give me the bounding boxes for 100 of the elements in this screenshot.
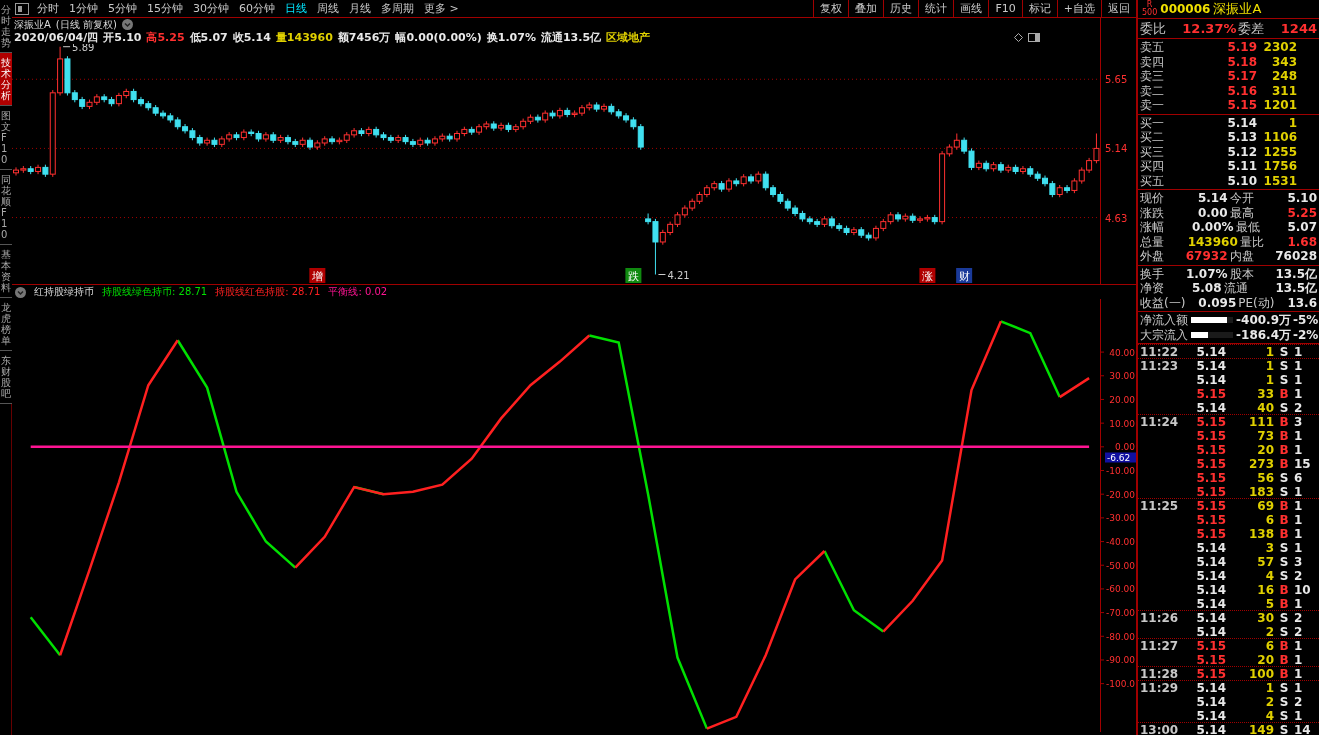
event-tag[interactable]: 涨 xyxy=(919,268,936,283)
trade-count: 1 xyxy=(1294,485,1304,498)
side-tab[interactable]: 技术分析 xyxy=(0,53,12,106)
trade-volume: 1 xyxy=(1264,359,1274,372)
diamond-icon[interactable] xyxy=(1014,33,1023,42)
order-price: 5.16 xyxy=(1227,83,1257,98)
period-tab[interactable]: 分时 xyxy=(32,0,64,17)
axis-tick-label: 0.00 xyxy=(1100,442,1135,453)
axis-label: 4.63 xyxy=(1105,212,1128,224)
axis-tick-label: 20.00 xyxy=(1100,394,1135,405)
trade-count: 1 xyxy=(1294,639,1304,652)
trade-time: 11:26 xyxy=(1140,611,1180,624)
axis-tick-label: -80.00 xyxy=(1100,631,1135,642)
flow-percent: -2% xyxy=(1293,327,1317,342)
period-tab[interactable]: 1分钟 xyxy=(64,0,103,17)
axis-tick-label: -40.00 xyxy=(1100,537,1135,548)
trade-time: 11:23 xyxy=(1140,359,1180,372)
stat-label: 最高 xyxy=(1229,205,1254,220)
quote-info: 换1.07% xyxy=(486,30,536,45)
period-tab[interactable]: 周线 xyxy=(312,0,344,17)
side-tab[interactable]: 同花顺F10 xyxy=(0,170,12,245)
trade-count: 1 xyxy=(1294,667,1304,680)
quote-info: 量143960 xyxy=(275,30,333,45)
axis-tick-label: -10.00 xyxy=(1100,466,1135,476)
stat-value: 0.00 xyxy=(1197,205,1229,220)
current-value-tag: -6.62 xyxy=(1105,452,1136,463)
trade-side: S xyxy=(1278,471,1290,484)
event-tag[interactable]: 财 xyxy=(956,268,973,283)
trade-time: 11:22 xyxy=(1140,345,1180,358)
stat-label: 现价 xyxy=(1140,191,1164,206)
axis-label: 5.65 xyxy=(1105,74,1128,86)
trade-time: 11:29 xyxy=(1140,681,1180,694)
trade-price: 5.14 xyxy=(1195,583,1226,596)
axis-tick-label: -100.0 xyxy=(1100,679,1135,690)
trade-volume: 56 xyxy=(1256,471,1274,484)
trade-volume: 1 xyxy=(1264,373,1274,386)
order-level-label: 买五 xyxy=(1140,173,1164,188)
order-level-label: 买四 xyxy=(1140,159,1164,174)
trade-price: 5.14 xyxy=(1195,359,1226,372)
trade-side: B xyxy=(1278,443,1290,456)
order-volume: 248 xyxy=(1270,69,1298,84)
axis-tick-label: -20.00 xyxy=(1100,489,1135,500)
axis-tick-label: 10.00 xyxy=(1100,418,1135,429)
trade-volume: 1 xyxy=(1264,681,1274,694)
axis-tick-label: -50.00 xyxy=(1100,560,1135,571)
dropdown-icon[interactable] xyxy=(15,286,26,298)
side-tab[interactable]: 东财股吧 xyxy=(0,351,12,404)
order-level-label: 卖三 xyxy=(1140,69,1164,84)
order-level-label: 买二 xyxy=(1140,130,1164,145)
trade-volume: 33 xyxy=(1256,387,1274,400)
trade-side: S xyxy=(1278,401,1290,414)
trade-price: 5.15 xyxy=(1195,653,1226,666)
axis-tick-label: -70.00 xyxy=(1100,608,1135,619)
stat-label: 内盘 xyxy=(1229,249,1254,264)
period-tab[interactable]: 60分钟 xyxy=(234,0,280,17)
side-tab[interactable]: 龙虎榜单 xyxy=(0,298,12,351)
order-price: 5.11 xyxy=(1227,159,1257,174)
quote-info: 区域地产 xyxy=(606,30,651,45)
trade-price: 5.14 xyxy=(1195,709,1226,722)
period-tab[interactable]: 日线 xyxy=(280,0,312,17)
period-tab[interactable]: 多周期 xyxy=(376,0,419,17)
stat-label: 外盘 xyxy=(1140,249,1164,264)
stat-value: 0.095 xyxy=(1198,295,1238,310)
event-tag[interactable]: 增 xyxy=(309,268,326,283)
side-tab[interactable]: 基本资料 xyxy=(0,245,12,298)
trade-count: 3 xyxy=(1294,555,1304,568)
trade-side: B xyxy=(1278,429,1290,442)
stat-value: 5.10 xyxy=(1287,191,1317,206)
trade-price: 5.14 xyxy=(1195,723,1226,735)
trade-price: 5.15 xyxy=(1195,457,1226,470)
period-tab[interactable]: 30分钟 xyxy=(188,0,234,17)
event-tag[interactable]: 跌 xyxy=(625,268,642,283)
stat-value: 76028 xyxy=(1275,249,1317,264)
period-tab[interactable]: 15分钟 xyxy=(142,0,188,17)
trade-volume: 69 xyxy=(1256,499,1274,512)
trade-price: 5.14 xyxy=(1195,611,1226,624)
y-tick-label: -30.00 xyxy=(1105,513,1136,524)
stat-value: 5.07 xyxy=(1287,220,1317,235)
stat-value: 13.5亿 xyxy=(1275,281,1317,296)
stat-label: PE(动) xyxy=(1238,295,1275,310)
stat-value: 0.00% xyxy=(1191,220,1235,235)
stat-value: 143960 xyxy=(1187,234,1239,249)
y-tick-label: 30.00 xyxy=(1109,371,1136,382)
panel-toggle-icon[interactable] xyxy=(15,2,29,15)
trade-price: 5.14 xyxy=(1195,373,1226,386)
trade-volume: 2 xyxy=(1264,625,1274,638)
trade-time: 11:27 xyxy=(1140,639,1180,652)
order-volume: 1531 xyxy=(1262,173,1298,188)
quote-info: 低5.07 xyxy=(189,30,228,45)
side-tab[interactable]: 图文F10 xyxy=(0,106,12,170)
dropdown-icon[interactable] xyxy=(121,19,133,30)
trade-volume: 20 xyxy=(1256,443,1274,456)
side-tab[interactable]: 分时走势 xyxy=(0,0,12,53)
low-price-label: 4.21 xyxy=(667,269,690,281)
period-tab[interactable]: 更多 > xyxy=(419,0,464,17)
window-icon[interactable] xyxy=(1028,33,1040,42)
period-tab[interactable]: 月线 xyxy=(344,0,376,17)
trade-side: S xyxy=(1278,485,1290,498)
period-tab[interactable]: 5分钟 xyxy=(103,0,142,17)
trade-side: B xyxy=(1278,499,1290,512)
